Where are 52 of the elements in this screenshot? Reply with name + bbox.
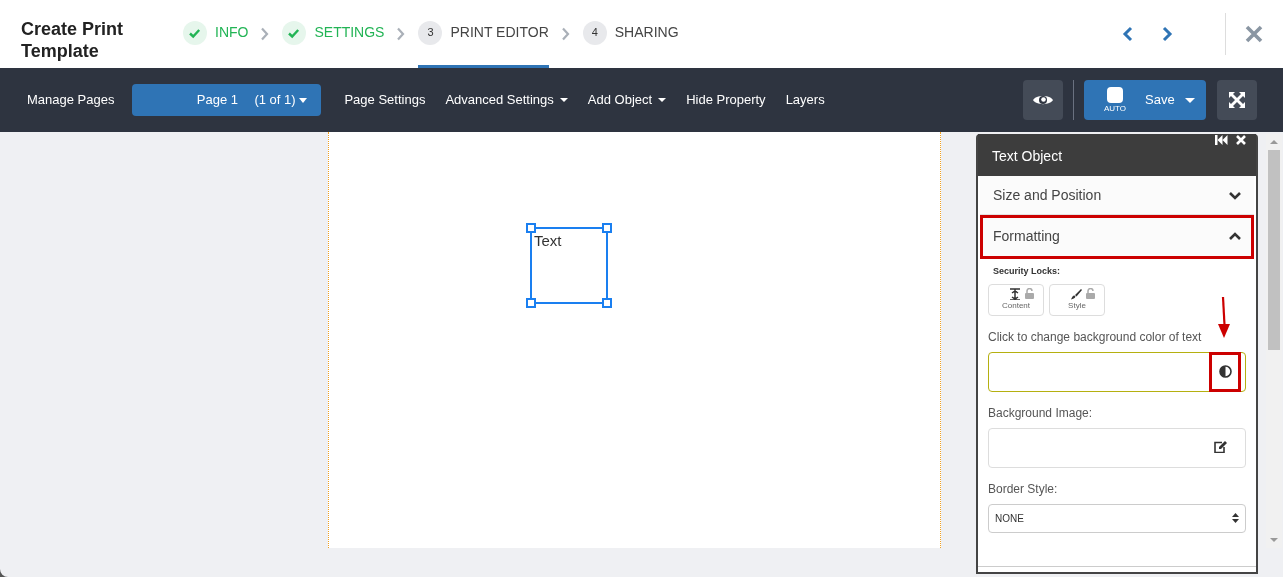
chevron-up-icon bbox=[1229, 232, 1241, 241]
eye-icon bbox=[1032, 93, 1054, 107]
text-object-text: Text bbox=[534, 231, 562, 251]
expand-icon bbox=[1228, 91, 1246, 109]
fullscreen-button[interactable] bbox=[1217, 80, 1257, 120]
border-style-select[interactable]: NONE bbox=[988, 503, 1246, 533]
preview-button[interactable] bbox=[1023, 80, 1063, 120]
toolbar-menu[interactable]: Advanced Settings bbox=[445, 90, 568, 110]
page-select[interactable]: Page 1 (1 of 1) bbox=[132, 84, 322, 116]
background-image-field[interactable] bbox=[988, 427, 1246, 468]
resize-handle[interactable] bbox=[526, 298, 536, 308]
chevron-right-icon bbox=[560, 27, 571, 41]
unlocked-icon bbox=[1024, 288, 1034, 299]
step-number: 3 bbox=[418, 20, 443, 45]
resize-handle[interactable] bbox=[602, 298, 612, 308]
manage-pages-link[interactable]: Manage Pages bbox=[27, 90, 115, 110]
security-lock-button[interactable]: Content bbox=[988, 283, 1044, 316]
accordion-header[interactable]: Formatting bbox=[980, 215, 1254, 259]
resize-handle[interactable] bbox=[526, 223, 536, 233]
toolbar-menu[interactable]: Layers bbox=[785, 90, 825, 110]
chevron-left-icon[interactable] bbox=[1122, 26, 1134, 42]
annotation-arrow bbox=[1218, 297, 1230, 339]
chevron-down-icon bbox=[1229, 190, 1241, 200]
security-lock-button[interactable]: Style bbox=[1049, 283, 1105, 316]
window-title: Create Print Template bbox=[20, 18, 125, 63]
brush-icon bbox=[1069, 287, 1082, 300]
field-label: Background Image: bbox=[988, 404, 1094, 422]
toolbar-menu[interactable]: Hide Property bbox=[686, 90, 766, 110]
autosave-label: AUTO bbox=[1104, 103, 1127, 114]
autosave-checkbox[interactable] bbox=[1107, 86, 1124, 103]
resize-handle[interactable] bbox=[602, 223, 612, 233]
text-height-icon bbox=[1008, 287, 1021, 300]
save-button[interactable]: AUTO Save bbox=[1084, 80, 1206, 120]
color-field[interactable] bbox=[988, 351, 1246, 392]
skip-back-icon[interactable] bbox=[1215, 135, 1228, 145]
unlocked-icon bbox=[1085, 288, 1095, 299]
accordion-header[interactable]: Size and Position bbox=[980, 176, 1254, 215]
toolbar-menu[interactable]: Add Object bbox=[587, 90, 667, 110]
color-picker-button[interactable] bbox=[1209, 351, 1241, 392]
field-label: Border Style: bbox=[988, 480, 1059, 498]
edit-icon[interactable] bbox=[1214, 440, 1227, 453]
field-label: Security Locks: bbox=[993, 265, 1062, 278]
sort-icon bbox=[1232, 513, 1239, 523]
panel-title: Text Object bbox=[992, 146, 1063, 166]
chevron-right-icon[interactable] bbox=[1161, 26, 1173, 42]
wizard-step[interactable]: 4 SHARING bbox=[582, 0, 679, 68]
contrast-icon bbox=[1218, 365, 1232, 378]
toolbar-menu[interactable]: Page Settings bbox=[344, 90, 426, 110]
field-label: Click to change background color of text bbox=[988, 328, 1203, 346]
chevron-right-icon bbox=[396, 27, 407, 41]
chevron-right-icon bbox=[260, 27, 271, 41]
step-number: 4 bbox=[582, 20, 607, 45]
